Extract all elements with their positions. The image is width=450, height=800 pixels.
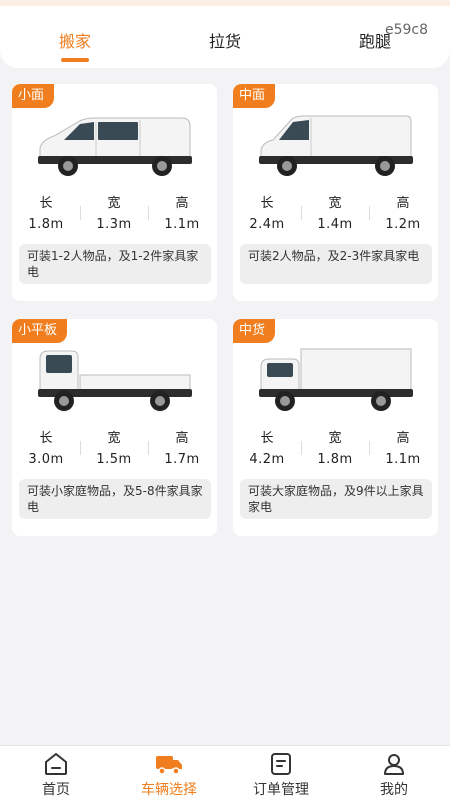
length-dim: 长 3.0m (28, 431, 64, 467)
dimensions-row: 长 3.0m 宽 1.5m 高 1.7m (12, 427, 217, 467)
nav-label: 首页 (42, 782, 70, 798)
category-tabs-header: 搬家 拉货 跑腿 e59c8 (0, 6, 450, 68)
vehicle-tag: 中货 (233, 319, 276, 343)
nav-profile[interactable]: 我的 (349, 746, 439, 800)
nav-label: 我的 (380, 782, 408, 798)
nav-vehicle-select[interactable]: 车辆选择 (124, 746, 214, 800)
vehicle-tag: 中面 (233, 84, 276, 108)
vehicle-card-flatbed[interactable]: 小平板 长 3.0m 宽 1.5m 高 1.7m 可装小家庭物品，及5-8件家具家电 (12, 319, 217, 536)
capacity-description: 可装小家庭物品，及5-8件家具家电 (19, 479, 211, 519)
vehicle-tag: 小平板 (12, 319, 68, 343)
vehicle-card-box-truck[interactable]: 中货 长 4.2m 宽 1.8m 高 1.1m 可装大家庭物品，及9件以上家具家电 (233, 319, 438, 536)
height-dim: 高 1.7m (164, 431, 200, 467)
capacity-description: 可装1-2人物品，及1-2件家具家电 (19, 244, 211, 284)
dimensions-row: 长 1.8m 宽 1.3m 高 1.1m (12, 192, 217, 232)
height-dim: 高 1.1m (385, 431, 421, 467)
medium-van-icon (259, 115, 413, 176)
active-tab-indicator (61, 58, 89, 62)
vehicle-card-small-van[interactable]: 小面 长 1.8m 宽 1.3m 高 1.1m 可装1-2人物品，及1-2件家具家电 (12, 84, 217, 301)
box-truck-icon (259, 348, 413, 411)
tab-freight[interactable]: 拉货 (185, 28, 265, 52)
order-icon (271, 753, 291, 775)
width-dim: 宽 1.5m (96, 431, 132, 467)
height-dim: 高 1.2m (385, 196, 421, 232)
code-label: e59c8 (384, 22, 428, 38)
width-dim: 宽 1.4m (317, 196, 353, 232)
small-van-icon (38, 117, 192, 176)
bottom-navigation: 首页 车辆选择 订单管理 我的 (0, 745, 450, 800)
length-dim: 长 4.2m (249, 431, 285, 467)
dimensions-row: 长 4.2m 宽 1.8m 高 1.1m (233, 427, 438, 467)
width-dim: 宽 1.8m (317, 431, 353, 467)
dimensions-row: 长 2.4m 宽 1.4m 高 1.2m (233, 192, 438, 232)
vehicle-card-medium-van[interactable]: 中面 长 2.4m 宽 1.4m 高 1.2m 可装2人物品，及2-3件家具家电 (233, 84, 438, 301)
length-dim: 长 2.4m (249, 196, 285, 232)
nav-order-management[interactable]: 订单管理 (236, 746, 326, 800)
truck-icon (156, 756, 182, 775)
height-dim: 高 1.1m (164, 196, 200, 232)
nav-label: 订单管理 (253, 782, 309, 798)
nav-home[interactable]: 首页 (11, 746, 101, 800)
vehicle-tag: 小面 (12, 84, 55, 108)
nav-label: 车辆选择 (141, 782, 197, 798)
length-dim: 长 1.8m (28, 196, 64, 232)
home-icon (45, 753, 67, 775)
capacity-description: 可装2人物品，及2-3件家具家电 (240, 244, 432, 284)
profile-icon (384, 754, 404, 775)
capacity-description: 可装大家庭物品，及9件以上家具家电 (240, 479, 432, 519)
tab-moving[interactable]: 搬家 (35, 28, 115, 52)
width-dim: 宽 1.3m (96, 196, 132, 232)
flatbed-truck-icon (38, 350, 192, 411)
